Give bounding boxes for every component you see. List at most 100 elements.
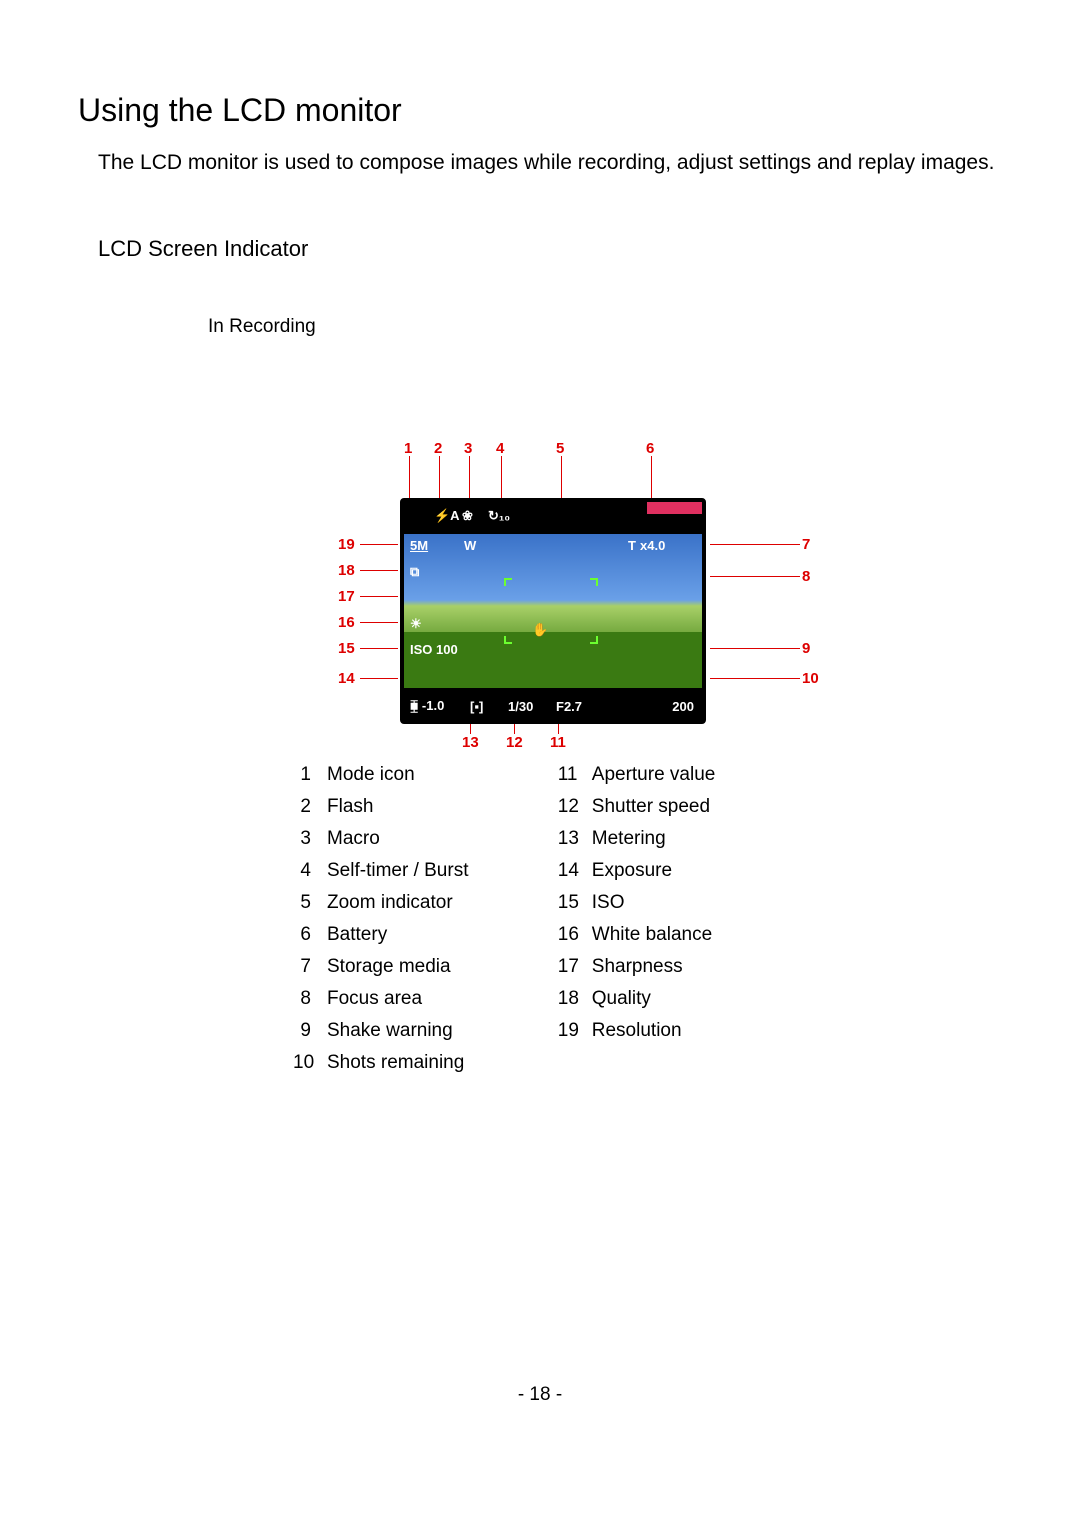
zoom-w-label: W	[464, 538, 476, 553]
legend-number: 17	[558, 956, 592, 978]
self-timer-icon: ↻₁₀	[488, 508, 510, 524]
white-balance-icon: ☀	[410, 616, 422, 632]
legend-text: Metering	[592, 828, 666, 850]
legend-row: 5Zoom indicator	[293, 892, 468, 914]
legend-number: 8	[293, 988, 327, 1010]
legend-text: Shots remaining	[327, 1052, 464, 1074]
mode-label: In Recording	[208, 316, 1002, 338]
legend-row: 19Resolution	[558, 1020, 716, 1042]
callout-10: 10	[802, 670, 819, 687]
legend-text: Zoom indicator	[327, 892, 453, 914]
legend-text: Battery	[327, 924, 387, 946]
lcd-screen: ⚡A ❀ ↻₁₀ 5M W T x4.0 ⧉ ☀ ISO 100 ✋ ⧯ -1.…	[400, 498, 706, 724]
callout-19: 19	[338, 536, 355, 553]
legend-number: 13	[558, 828, 592, 850]
callout-18: 18	[338, 562, 355, 579]
legend-row: 6Battery	[293, 924, 468, 946]
section-body: The LCD monitor is used to compose image…	[98, 147, 1002, 180]
callout-2: 2	[434, 440, 442, 457]
callout-14: 14	[338, 670, 355, 687]
legend-number: 1	[293, 764, 327, 786]
macro-icon: ❀	[462, 508, 473, 524]
section-title: Using the LCD monitor	[78, 92, 1002, 129]
leader	[360, 544, 398, 545]
legend-text: ISO	[592, 892, 625, 914]
callout-5: 5	[556, 440, 564, 457]
callout-6: 6	[646, 440, 654, 457]
leader	[710, 576, 800, 577]
exposure-value: ⧯ -1.0	[410, 698, 444, 714]
legend-number: 9	[293, 1020, 327, 1042]
legend-row: 1Mode icon	[293, 764, 468, 786]
flash-icon: ⚡A	[434, 508, 460, 524]
focus-bracket	[504, 578, 512, 586]
callout-15: 15	[338, 640, 355, 657]
callout-3: 3	[464, 440, 472, 457]
legend-text: Self-timer / Burst	[327, 860, 468, 882]
legend-number: 11	[558, 764, 592, 786]
lcd-diagram: 1 2 3 4 5 6 7 8 9 10 19 18 17 16 15 14 1…	[338, 444, 828, 746]
legend-row: 8Focus area	[293, 988, 468, 1010]
legend-number: 19	[558, 1020, 592, 1042]
legend-number: 12	[558, 796, 592, 818]
legend-row: 12Shutter speed	[558, 796, 716, 818]
legend-row: 17Sharpness	[558, 956, 716, 978]
callout-17: 17	[338, 588, 355, 605]
legend-number: 4	[293, 860, 327, 882]
leader	[360, 622, 398, 623]
focus-bracket	[504, 636, 512, 644]
legend-table: 1Mode icon2Flash3Macro4Self-timer / Burs…	[293, 764, 715, 1084]
iso-icon: ISO 100	[410, 642, 458, 657]
legend-text: Shake warning	[327, 1020, 453, 1042]
legend-row: 3Macro	[293, 828, 468, 850]
focus-bracket	[590, 578, 598, 586]
leader	[409, 456, 410, 502]
legend-text: Macro	[327, 828, 380, 850]
aperture-value: F2.7	[556, 699, 582, 714]
callout-8: 8	[802, 568, 810, 585]
legend-text: Mode icon	[327, 764, 415, 786]
legend-row: 11Aperture value	[558, 764, 716, 786]
callout-11: 11	[550, 734, 566, 751]
legend-column-right: 11Aperture value 12Shutter speed 13Meterin…	[558, 764, 716, 1052]
legend-text: Quality	[592, 988, 651, 1010]
legend-number: 18	[558, 988, 592, 1010]
legend-number: 2	[293, 796, 327, 818]
callout-12: 12	[506, 734, 523, 751]
callout-4: 4	[496, 440, 504, 457]
callout-13: 13	[462, 734, 479, 751]
legend-number: 16	[558, 924, 592, 946]
leader	[651, 456, 652, 502]
metering-icon: [▪]	[470, 699, 483, 714]
zoom-bar-fill	[647, 502, 702, 514]
focus-bracket	[590, 636, 598, 644]
legend-row: 15ISO	[558, 892, 716, 914]
legend-row: 13Metering	[558, 828, 716, 850]
quality-icon: ⧉	[410, 564, 419, 580]
legend-number: 15	[558, 892, 592, 914]
leader	[710, 544, 800, 545]
zoom-value: x4.0	[640, 538, 665, 553]
legend-text: Exposure	[592, 860, 672, 882]
zoom-t-label: T	[628, 538, 636, 553]
leader	[710, 678, 800, 679]
lcd-bottom-bar	[404, 688, 702, 720]
leader	[469, 456, 470, 502]
legend-row: 14Exposure	[558, 860, 716, 882]
legend-row: 4Self-timer / Burst	[293, 860, 468, 882]
legend-number: 10	[293, 1052, 327, 1074]
legend-row: 16White balance	[558, 924, 716, 946]
leader	[501, 456, 502, 502]
legend-text: Resolution	[592, 1020, 682, 1042]
legend-number: 3	[293, 828, 327, 850]
legend-text: Storage media	[327, 956, 451, 978]
shots-remaining: 200	[672, 699, 694, 714]
callout-7: 7	[802, 536, 810, 553]
callout-16: 16	[338, 614, 355, 631]
legend-row: 2Flash	[293, 796, 468, 818]
subsection-title: LCD Screen Indicator	[98, 236, 1002, 262]
legend-number: 14	[558, 860, 592, 882]
legend-text: Flash	[327, 796, 373, 818]
leader	[710, 648, 800, 649]
legend-column-left: 1Mode icon2Flash3Macro4Self-timer / Burs…	[293, 764, 468, 1084]
